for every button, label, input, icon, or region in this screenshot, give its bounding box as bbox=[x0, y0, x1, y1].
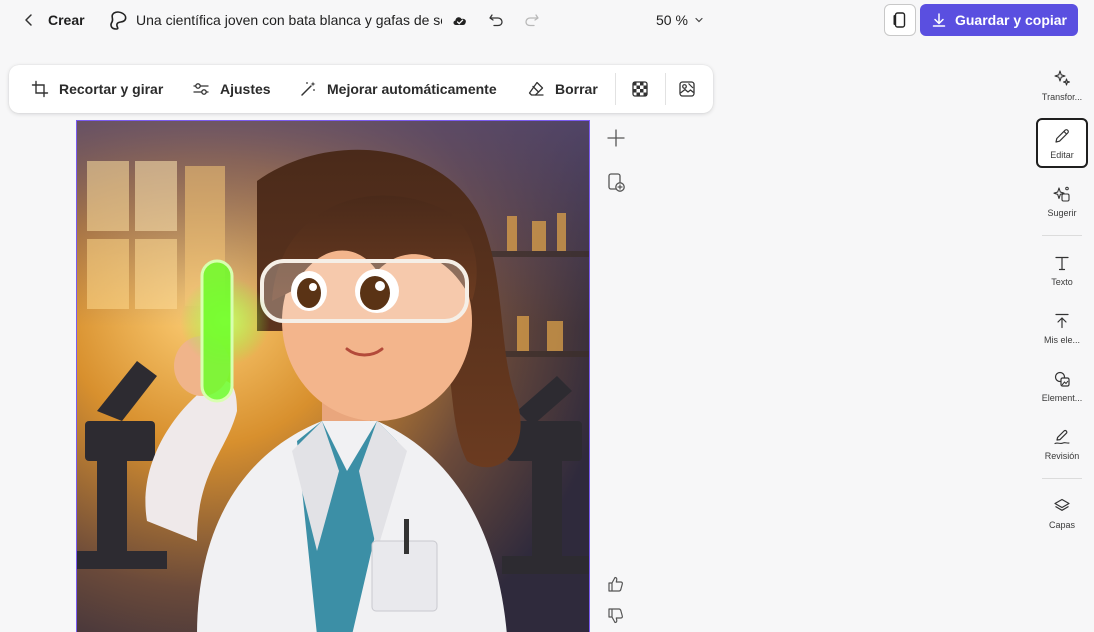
crop-label: Recortar y girar bbox=[59, 81, 164, 97]
adjustments-button[interactable]: Ajustes bbox=[192, 77, 271, 101]
cloud-saved-icon[interactable] bbox=[450, 10, 470, 30]
rail-edit-label: Editar bbox=[1050, 149, 1074, 160]
rail-transform-label: Transfor... bbox=[1041, 91, 1083, 102]
rail-text-label: Texto bbox=[1051, 276, 1073, 287]
auto-enhance-button[interactable]: Mejorar automáticamente bbox=[299, 77, 497, 101]
save-and-copy-button[interactable]: Guardar y copiar bbox=[920, 4, 1078, 36]
thumbs-up-button[interactable] bbox=[605, 573, 627, 595]
rail-divider bbox=[1042, 478, 1082, 479]
pen-signature-icon bbox=[1054, 429, 1070, 444]
thumbs-down-icon bbox=[608, 608, 623, 624]
top-bar: Crear Una científica joven con bata blan… bbox=[0, 0, 1094, 40]
shapes-icon bbox=[1054, 371, 1070, 387]
cloud-check-icon bbox=[453, 17, 466, 25]
back-label: Crear bbox=[48, 12, 85, 28]
rail-divider bbox=[1042, 235, 1082, 236]
erase-label: Borrar bbox=[555, 81, 598, 97]
remove-background-button[interactable] bbox=[631, 77, 649, 101]
upload-icon bbox=[1055, 313, 1069, 328]
sparkle-transform-icon bbox=[1054, 69, 1071, 86]
text-icon bbox=[1055, 256, 1069, 270]
suggest-sparkle-icon bbox=[1053, 186, 1070, 202]
rail-suggest[interactable]: Sugerir bbox=[1036, 176, 1088, 226]
chevron-left-icon bbox=[25, 14, 32, 26]
image-person-icon bbox=[679, 81, 695, 97]
rail-layers-label: Capas bbox=[1048, 519, 1075, 530]
layers-icon bbox=[1054, 498, 1070, 511]
thumbs-up-icon bbox=[608, 576, 623, 592]
design-canvas[interactable] bbox=[76, 120, 590, 632]
rail-transform[interactable]: Transfor... bbox=[1036, 60, 1088, 110]
image-effects-button[interactable] bbox=[678, 77, 696, 101]
eraser-icon bbox=[528, 81, 544, 96]
edit-toolbar: Recortar y girar Ajustes Mejorar automát… bbox=[9, 65, 713, 113]
rail-my-elements[interactable]: Mis ele... bbox=[1036, 303, 1088, 353]
checkerboard-icon bbox=[632, 81, 648, 97]
duplicate-page-button[interactable] bbox=[605, 171, 627, 193]
chevron-down-icon bbox=[695, 17, 703, 23]
add-page-button[interactable] bbox=[605, 127, 627, 149]
rail-my-elements-label: Mis ele... bbox=[1043, 334, 1080, 345]
plus-icon bbox=[607, 129, 625, 147]
sliders-icon bbox=[193, 83, 209, 95]
rail-review-label: Revisión bbox=[1044, 450, 1080, 461]
thumbs-down-button[interactable] bbox=[605, 605, 627, 627]
magic-wand-icon bbox=[301, 81, 316, 96]
rail-elements-label: Element... bbox=[1041, 392, 1083, 403]
rail-suggest-label: Sugerir bbox=[1047, 207, 1077, 218]
rail-review[interactable]: Revisión bbox=[1036, 419, 1088, 469]
document-title: Una científica joven con bata blanca y g… bbox=[136, 12, 442, 28]
toolbar-divider bbox=[615, 73, 616, 105]
erase-button[interactable]: Borrar bbox=[527, 77, 598, 101]
auto-enhance-label: Mejorar automáticamente bbox=[327, 81, 497, 97]
crop-icon bbox=[31, 80, 49, 98]
designer-logo-icon bbox=[110, 11, 127, 30]
phone-icon bbox=[893, 12, 906, 28]
rail-edit[interactable]: Editar bbox=[1036, 118, 1088, 168]
back-button[interactable]: Crear bbox=[22, 8, 85, 32]
document-title-field[interactable]: Una científica joven con bata blanca y g… bbox=[108, 8, 442, 32]
crop-rotate-button[interactable]: Recortar y girar bbox=[31, 77, 163, 101]
rail-layers[interactable]: Capas bbox=[1036, 488, 1088, 538]
redo-button[interactable] bbox=[522, 10, 542, 30]
download-icon bbox=[932, 13, 946, 27]
toolbar-divider bbox=[665, 73, 666, 105]
redo-icon bbox=[525, 14, 539, 27]
undo-button[interactable] bbox=[486, 10, 506, 30]
save-and-copy-label: Guardar y copiar bbox=[954, 12, 1068, 28]
zoom-level: 50 % bbox=[656, 12, 688, 28]
rail-text[interactable]: Texto bbox=[1036, 245, 1088, 295]
rail-elements[interactable]: Element... bbox=[1036, 361, 1088, 411]
adjustments-label: Ajustes bbox=[220, 81, 271, 97]
zoom-dropdown[interactable]: 50 % bbox=[656, 10, 704, 30]
pencil-icon bbox=[1055, 128, 1069, 143]
device-view-button[interactable] bbox=[884, 4, 916, 36]
undo-icon bbox=[489, 14, 503, 27]
page-add-icon bbox=[608, 173, 625, 192]
generated-image-scientist bbox=[77, 121, 589, 632]
